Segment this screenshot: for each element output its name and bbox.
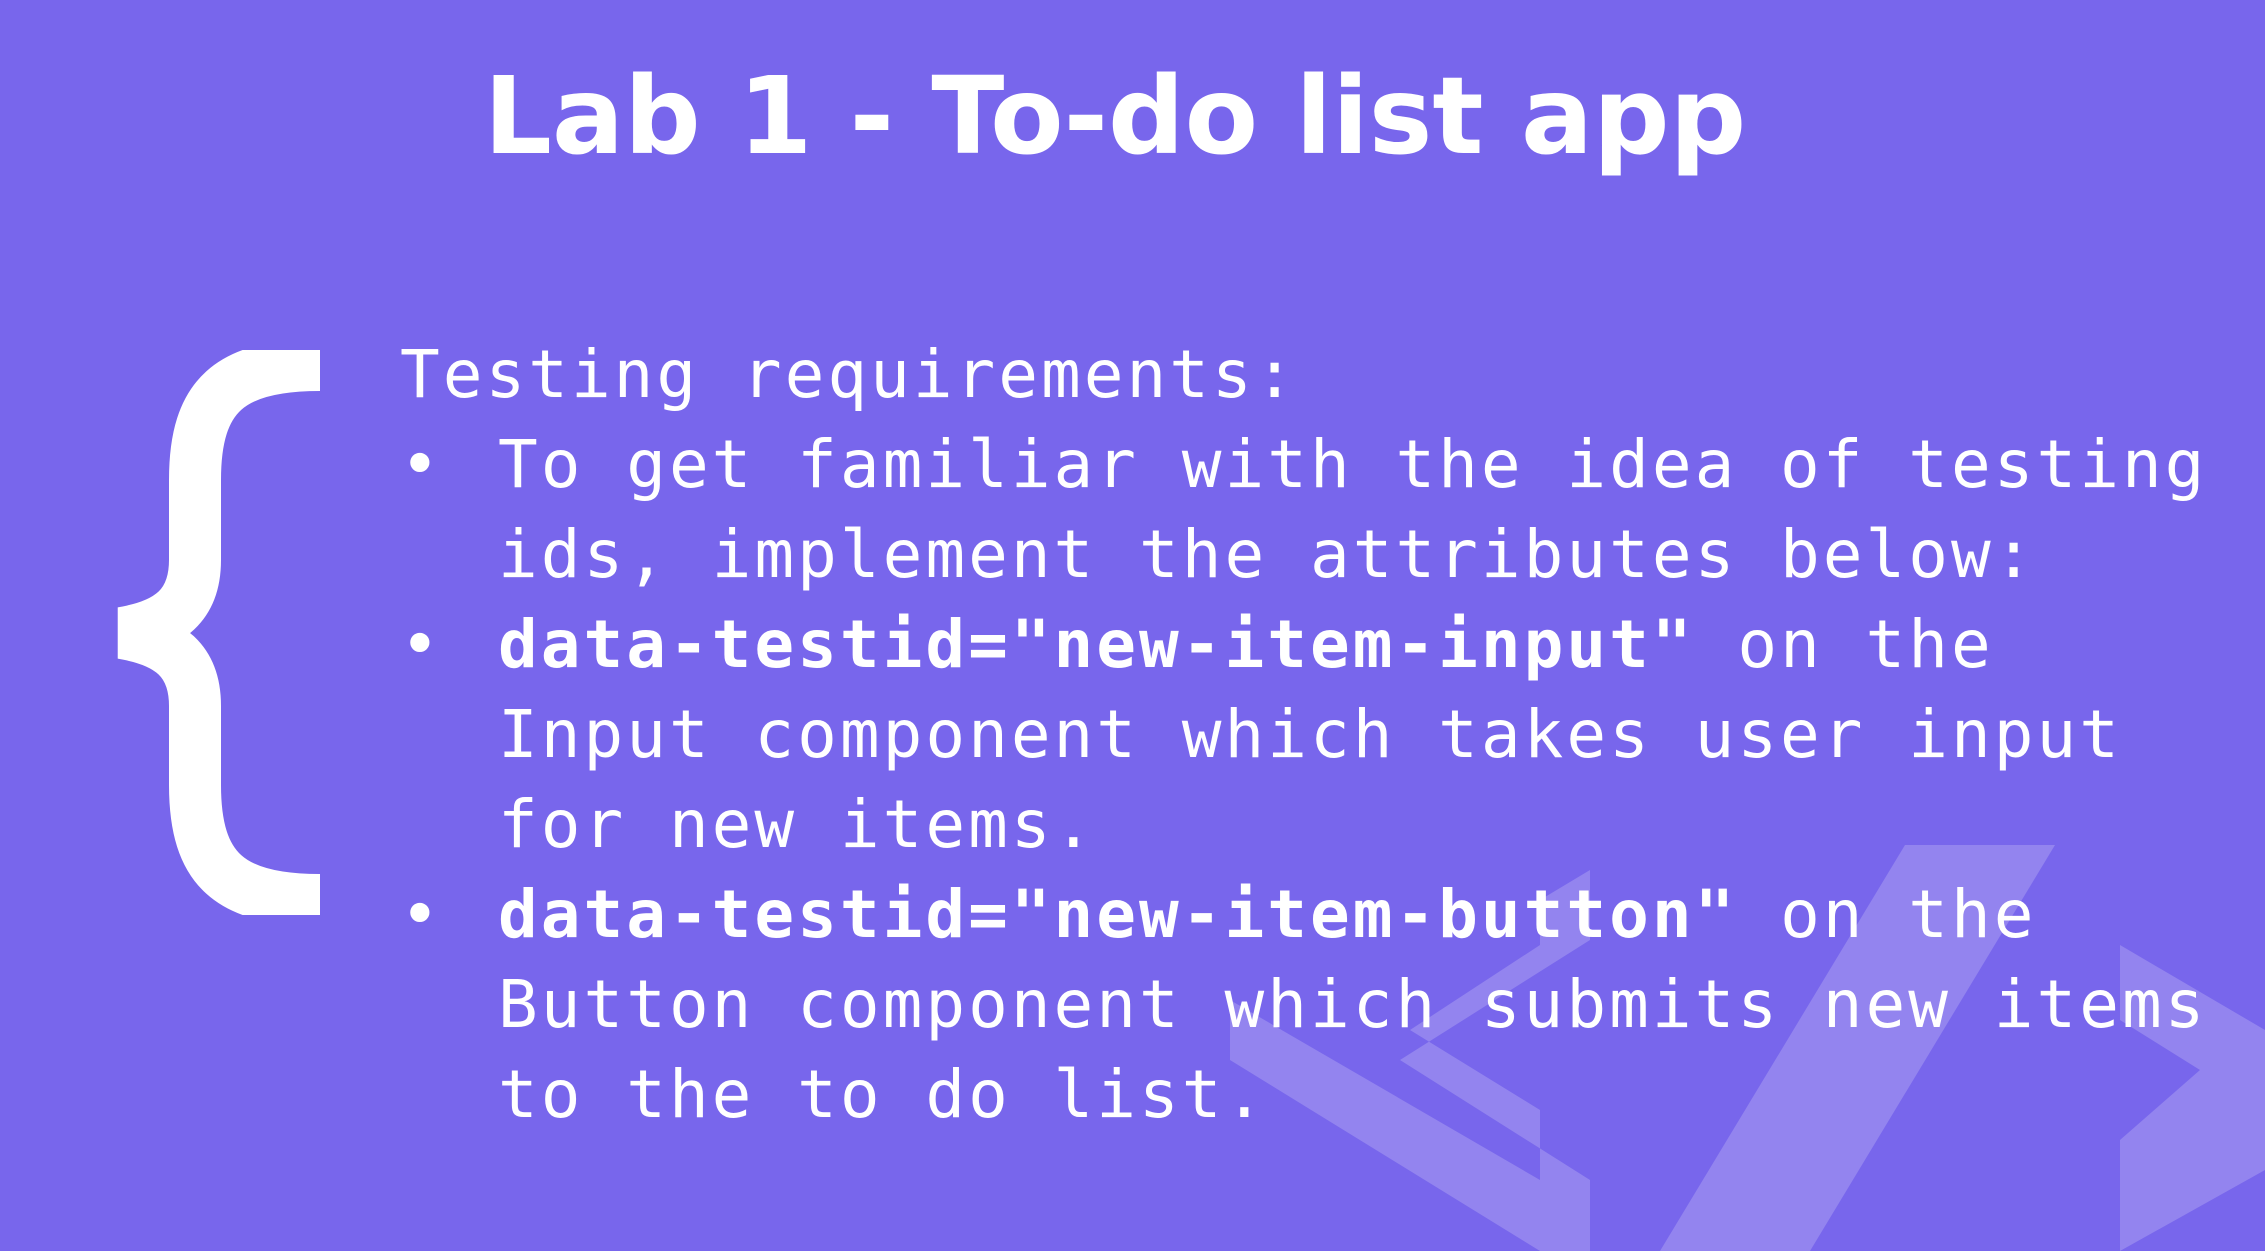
list-item: • data-testid="new-item-input" on the In… — [400, 600, 2240, 870]
list-item: • To get familiar with the idea of testi… — [400, 420, 2240, 600]
requirements-heading: Testing requirements: — [400, 336, 1298, 413]
requirement-text: To get familiar with the idea of testing… — [498, 426, 2208, 593]
slide-title: Lab 1 - To-do list app — [483, 55, 1747, 179]
bullet-marker: • — [400, 876, 443, 953]
bullet-marker: • — [400, 426, 443, 503]
requirements-list: • To get familiar with the idea of testi… — [400, 420, 2240, 1140]
curly-brace-icon — [117, 350, 321, 915]
testid-code-button: data-testid="new-item-button" — [498, 876, 1738, 953]
slide-body: Testing requirements: • To get familiar … — [400, 330, 2240, 1140]
testid-code-input: data-testid="new-item-input" — [498, 606, 1695, 683]
bullet-marker: • — [400, 606, 443, 683]
list-item: • data-testid="new-item-button" on the B… — [400, 870, 2240, 1140]
